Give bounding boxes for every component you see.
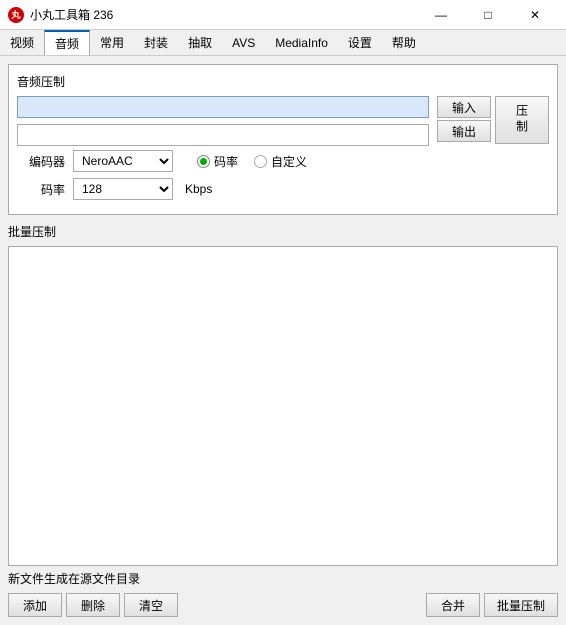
- inputs-column: [17, 96, 429, 150]
- encoder-select[interactable]: NeroAACQAACFLACMP3: [73, 150, 173, 172]
- title-bar-controls: — □ ✕: [418, 0, 558, 30]
- output-row: [17, 124, 429, 146]
- bitrate-label: 码率: [17, 181, 65, 198]
- bitrate-select[interactable]: 6496128160192256320: [73, 178, 173, 200]
- add-button[interactable]: 添加: [8, 593, 62, 617]
- bottom-buttons: 添加 删除 清空 合并 批量压制: [8, 591, 558, 617]
- merge-button[interactable]: 合并: [426, 593, 480, 617]
- kbps-label: Kbps: [185, 182, 212, 196]
- radio-item-码率[interactable]: 码率: [197, 153, 238, 170]
- menu-item-AVS[interactable]: AVS: [222, 30, 265, 55]
- close-button[interactable]: ✕: [512, 0, 558, 30]
- encoder-label: 编码器: [17, 153, 65, 170]
- menu-item-封装[interactable]: 封装: [134, 30, 178, 55]
- menu-item-设置[interactable]: 设置: [338, 30, 382, 55]
- batch-list-area[interactable]: [8, 246, 558, 566]
- radio-label-自定义: 自定义: [271, 153, 307, 170]
- title-bar-text: 小丸工具箱 236: [30, 6, 418, 23]
- menu-item-抽取[interactable]: 抽取: [178, 30, 222, 55]
- encoder-row: 编码器 NeroAACQAACFLACMP3 码率 自定义: [17, 150, 549, 172]
- bitrate-row: 码率 6496128160192256320 Kbps: [17, 178, 549, 200]
- menu-item-常用[interactable]: 常用: [90, 30, 134, 55]
- batch-compress-button[interactable]: 批量压制: [484, 593, 558, 617]
- menu-item-MediaInfo[interactable]: MediaInfo: [265, 30, 338, 55]
- input-row: [17, 96, 429, 118]
- radio-item-自定义[interactable]: 自定义: [254, 153, 307, 170]
- audio-input-field[interactable]: [17, 96, 429, 118]
- compress-btn-container: 压制: [495, 96, 549, 150]
- right-buttons: 输入 输出: [437, 96, 491, 150]
- footer-info: 新文件生成在源文件目录: [8, 566, 558, 591]
- compress-button[interactable]: 压制: [495, 96, 549, 144]
- radio-circle-码率: [197, 155, 210, 168]
- radio-circle-自定义: [254, 155, 267, 168]
- menu-item-音频[interactable]: 音频: [44, 30, 90, 55]
- radio-label-码率: 码率: [214, 153, 238, 170]
- menu-bar: 视频音频常用封装抽取AVSMediaInfo设置帮助: [0, 30, 566, 56]
- batch-section: 批量压制 新文件生成在源文件目录 添加 删除 清空 合并 批量压制: [8, 223, 558, 617]
- menu-item-帮助[interactable]: 帮助: [382, 30, 426, 55]
- minimize-button[interactable]: —: [418, 0, 464, 30]
- input-button[interactable]: 输入: [437, 96, 491, 118]
- radio-group: 码率 自定义: [197, 153, 307, 170]
- main-content: 音频压制 输入 输出 压制 编码器 NeroAACQAACFLACMP3: [0, 56, 566, 625]
- output-button[interactable]: 输出: [437, 120, 491, 142]
- clear-button[interactable]: 清空: [124, 593, 178, 617]
- delete-button[interactable]: 删除: [66, 593, 120, 617]
- audio-section-title: 音频压制: [17, 73, 549, 90]
- menu-item-视频[interactable]: 视频: [0, 30, 44, 55]
- app-icon: 丸: [8, 7, 24, 23]
- audio-output-field[interactable]: [17, 124, 429, 146]
- batch-section-title: 批量压制: [8, 223, 558, 240]
- audio-compress-section: 音频压制 输入 输出 压制 编码器 NeroAACQAACFLACMP3: [8, 64, 558, 215]
- audio-top-row: 输入 输出 压制: [17, 96, 549, 150]
- maximize-button[interactable]: □: [465, 0, 511, 30]
- spacer: [182, 593, 422, 617]
- title-bar: 丸 小丸工具箱 236 — □ ✕: [0, 0, 566, 30]
